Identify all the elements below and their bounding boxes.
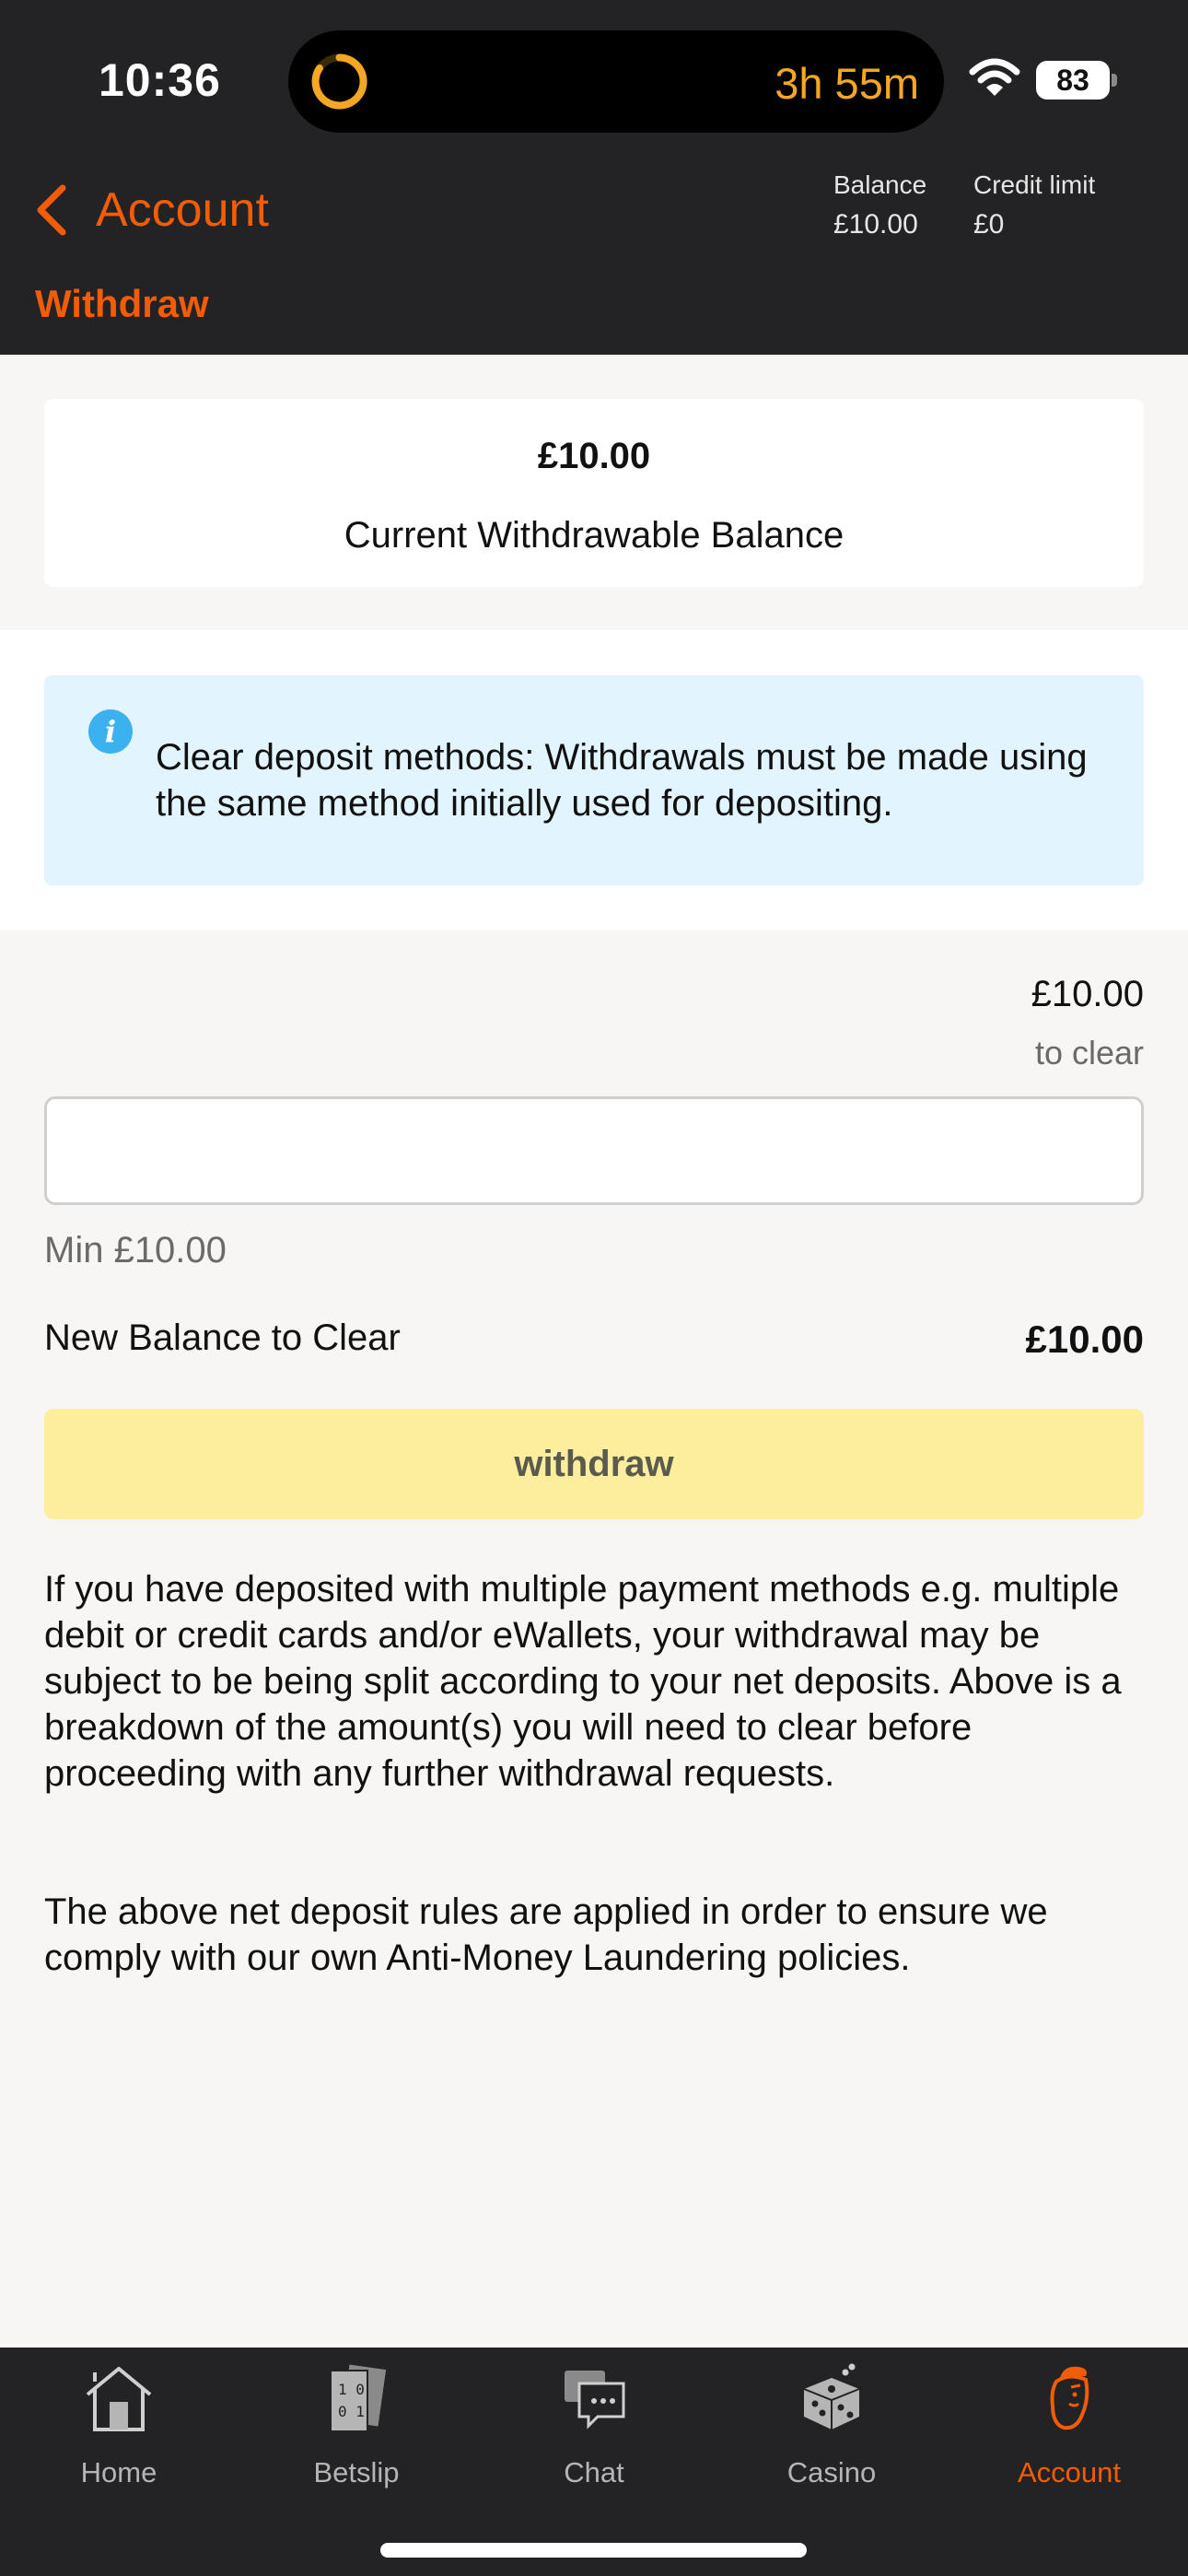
chevron-left-icon bbox=[37, 184, 66, 235]
info-notice: i Clear deposit methods: Withdrawals mus… bbox=[44, 675, 1144, 885]
home-icon bbox=[86, 2367, 152, 2431]
tab-label-casino: Casino bbox=[786, 2456, 877, 2488]
credit-limit-value: £0 bbox=[973, 209, 1005, 240]
min-amount-label: Min £10.00 bbox=[44, 1230, 227, 1270]
timer-ring-icon bbox=[311, 53, 367, 110]
page-title: Withdraw bbox=[35, 282, 209, 325]
split-withdrawal-note: If you have deposited with multiple paym… bbox=[44, 1569, 1122, 1794]
credit-limit-label: Credit limit bbox=[973, 170, 1096, 199]
svg-text:1 0: 1 0 bbox=[338, 2381, 365, 2398]
balance-value: £10.00 bbox=[833, 209, 918, 240]
tab-label-home: Home bbox=[80, 2456, 157, 2488]
back-label: Account bbox=[96, 182, 269, 237]
tab-label-chat: Chat bbox=[564, 2456, 624, 2488]
tab-account[interactable]: Account bbox=[950, 2348, 1188, 2495]
balance-summary: Balance £10.00 bbox=[833, 170, 926, 240]
balance-label: Balance bbox=[833, 170, 927, 199]
status-time: 10:36 bbox=[99, 54, 221, 106]
battery-icon: 83 bbox=[1036, 61, 1117, 100]
new-balance-value: £10.00 bbox=[1025, 1317, 1144, 1361]
withdrawable-balance-card: £10.00 Current Withdrawable Balance bbox=[44, 399, 1144, 587]
info-section: i Clear deposit methods: Withdrawals mus… bbox=[0, 630, 1188, 931]
home-indicator[interactable] bbox=[380, 2543, 807, 2558]
withdrawable-amount: £10.00 bbox=[537, 436, 651, 476]
timer-text: 3h 55m bbox=[775, 59, 919, 108]
withdrawable-label: Current Withdrawable Balance bbox=[344, 515, 844, 556]
new-balance-label: New Balance to Clear bbox=[44, 1317, 401, 1358]
info-icon: i bbox=[88, 709, 133, 754]
withdraw-button[interactable]: withdraw bbox=[44, 1409, 1144, 1519]
tab-home[interactable]: Home bbox=[0, 2348, 238, 2495]
svg-text:0 1: 0 1 bbox=[338, 2403, 365, 2420]
tab-betslip[interactable]: 1 0 0 1 Betslip bbox=[238, 2348, 475, 2495]
dice-icon bbox=[803, 2363, 860, 2430]
tab-casino[interactable]: Casino bbox=[713, 2348, 950, 2495]
back-button[interactable]: Account bbox=[33, 175, 269, 244]
clear-amount: £10.00 bbox=[1031, 974, 1144, 1014]
chat-icon bbox=[565, 2371, 625, 2430]
dynamic-island[interactable]: 3h 55m bbox=[288, 30, 944, 133]
tab-bar: Home 1 0 0 1 Betslip Chat Casino Account bbox=[0, 2348, 1188, 2576]
tab-label-betslip: Betslip bbox=[313, 2456, 400, 2488]
clear-label: to clear bbox=[1034, 1034, 1144, 1071]
app-header: 10:36 3h 55m 83 Account Balance £10.00 C… bbox=[0, 0, 1188, 355]
battery-level: 83 bbox=[1056, 64, 1089, 97]
tab-label-account: Account bbox=[1017, 2456, 1121, 2488]
betslip-icon: 1 0 0 1 bbox=[330, 2364, 387, 2432]
tab-chat[interactable]: Chat bbox=[475, 2348, 713, 2495]
credit-summary: Credit limit £0 bbox=[973, 170, 1095, 240]
info-text: Clear deposit methods: Withdrawals must … bbox=[156, 737, 1088, 824]
withdraw-amount-input[interactable] bbox=[44, 1096, 1144, 1205]
aml-note: The above net deposit rules are applied … bbox=[44, 1891, 1048, 1978]
account-icon bbox=[1050, 2366, 1089, 2430]
wifi-icon bbox=[969, 58, 1020, 96]
